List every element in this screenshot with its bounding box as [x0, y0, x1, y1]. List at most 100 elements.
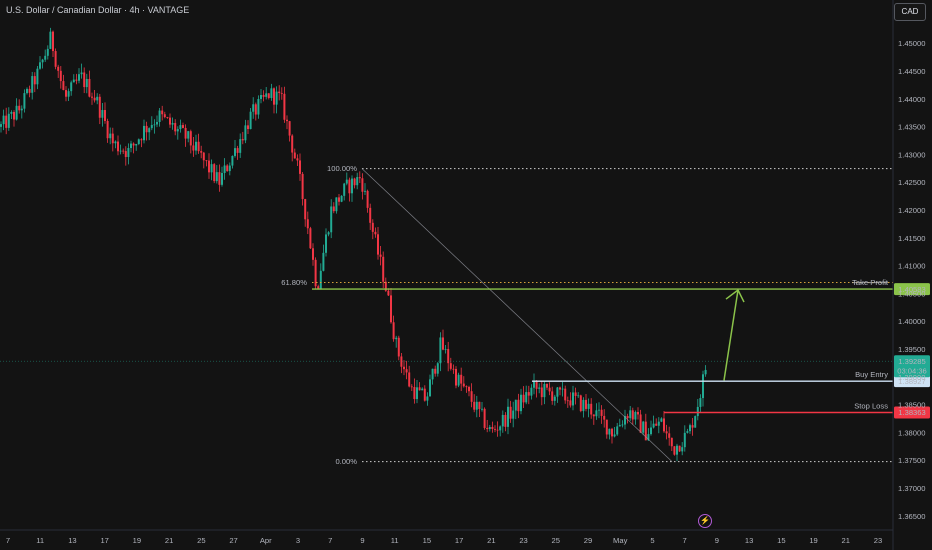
candle [546, 383, 548, 391]
candle-body [98, 96, 101, 118]
candle [192, 136, 195, 157]
candle-body [226, 165, 229, 172]
candle-body [569, 400, 572, 406]
candle [5, 107, 8, 135]
candle [535, 380, 538, 398]
candle [33, 72, 36, 93]
candle [252, 97, 255, 119]
candle [104, 102, 106, 124]
candle [36, 65, 39, 90]
candle-body [296, 158, 299, 161]
candle-body [465, 386, 468, 388]
candle [67, 88, 70, 102]
candle [306, 211, 309, 235]
candle-body [140, 139, 143, 141]
candle-body [182, 125, 184, 128]
candle-body [413, 387, 416, 400]
candle [400, 352, 403, 374]
level-label: Stop Loss [854, 402, 888, 411]
price-tick-label: 1.37000 [898, 484, 925, 493]
candle [678, 445, 681, 452]
candle [314, 257, 317, 289]
candle [39, 56, 41, 70]
candle-body [392, 322, 395, 340]
candle-body [582, 399, 585, 412]
candle [278, 85, 281, 101]
candle [174, 119, 177, 136]
candle [416, 380, 418, 404]
candle-body [530, 387, 533, 396]
candle [639, 409, 642, 433]
candle [652, 415, 655, 429]
candle-body [163, 114, 166, 118]
candle-body [405, 369, 408, 373]
candle-body [572, 392, 574, 406]
candle [421, 387, 424, 391]
candle [442, 329, 444, 351]
time-tick-label: 25 [552, 536, 560, 545]
price-chart[interactable]: 100.00%61.80%0.00%Take Profit1.40583Buy … [0, 0, 932, 550]
candle [18, 99, 21, 114]
candle [408, 365, 411, 388]
price-tick-label: 1.38500 [898, 401, 925, 410]
candle [130, 140, 132, 153]
candle-body [663, 418, 665, 432]
candle-body [652, 423, 655, 428]
candle-body [520, 394, 522, 412]
candle [668, 426, 671, 446]
candle-body [488, 426, 491, 430]
candle-body [348, 179, 351, 194]
candle-body [616, 426, 619, 435]
candle [236, 145, 239, 160]
candle [351, 175, 353, 202]
candle-body [179, 125, 182, 130]
candle [590, 398, 593, 419]
candle [426, 392, 429, 406]
lightning-icon[interactable]: ⚡ [698, 514, 712, 528]
candle [665, 424, 668, 440]
candle-body [442, 337, 444, 350]
candle [210, 159, 213, 181]
time-tick-label: 19 [133, 536, 141, 545]
candle [514, 399, 517, 420]
candle-body [124, 151, 127, 158]
candle [405, 360, 408, 380]
candle [540, 381, 543, 406]
candle [512, 401, 515, 428]
candle-body [444, 348, 447, 350]
time-tick-label: 23 [519, 536, 527, 545]
candle [127, 143, 130, 165]
candle-body [439, 337, 442, 364]
candle-body [23, 93, 26, 109]
candle [249, 107, 252, 130]
candle-body [317, 286, 320, 289]
candle-body [639, 414, 642, 433]
candle [509, 400, 512, 423]
candle [75, 73, 78, 85]
candle-body [551, 391, 554, 401]
current-price-text: 1.39285 [898, 357, 925, 366]
candle [457, 372, 460, 388]
candles [0, 27, 707, 462]
candle-body [538, 387, 541, 389]
candle-body [197, 141, 200, 152]
candle-body [18, 105, 21, 111]
candle [353, 177, 356, 189]
candle [304, 198, 307, 227]
candle-body [26, 88, 28, 94]
candle-body [236, 148, 239, 153]
candle [213, 163, 216, 184]
candle-body [176, 129, 179, 132]
candle-body [426, 396, 429, 401]
candle-body [403, 366, 405, 370]
candle [325, 228, 327, 257]
candle-body [187, 131, 190, 139]
candle [517, 393, 520, 419]
candle [244, 119, 247, 144]
candle-body [114, 141, 117, 144]
candle-body [306, 219, 309, 229]
candle-body [174, 123, 177, 132]
candle-body [431, 368, 434, 380]
candle [91, 92, 93, 105]
candle [356, 172, 359, 190]
